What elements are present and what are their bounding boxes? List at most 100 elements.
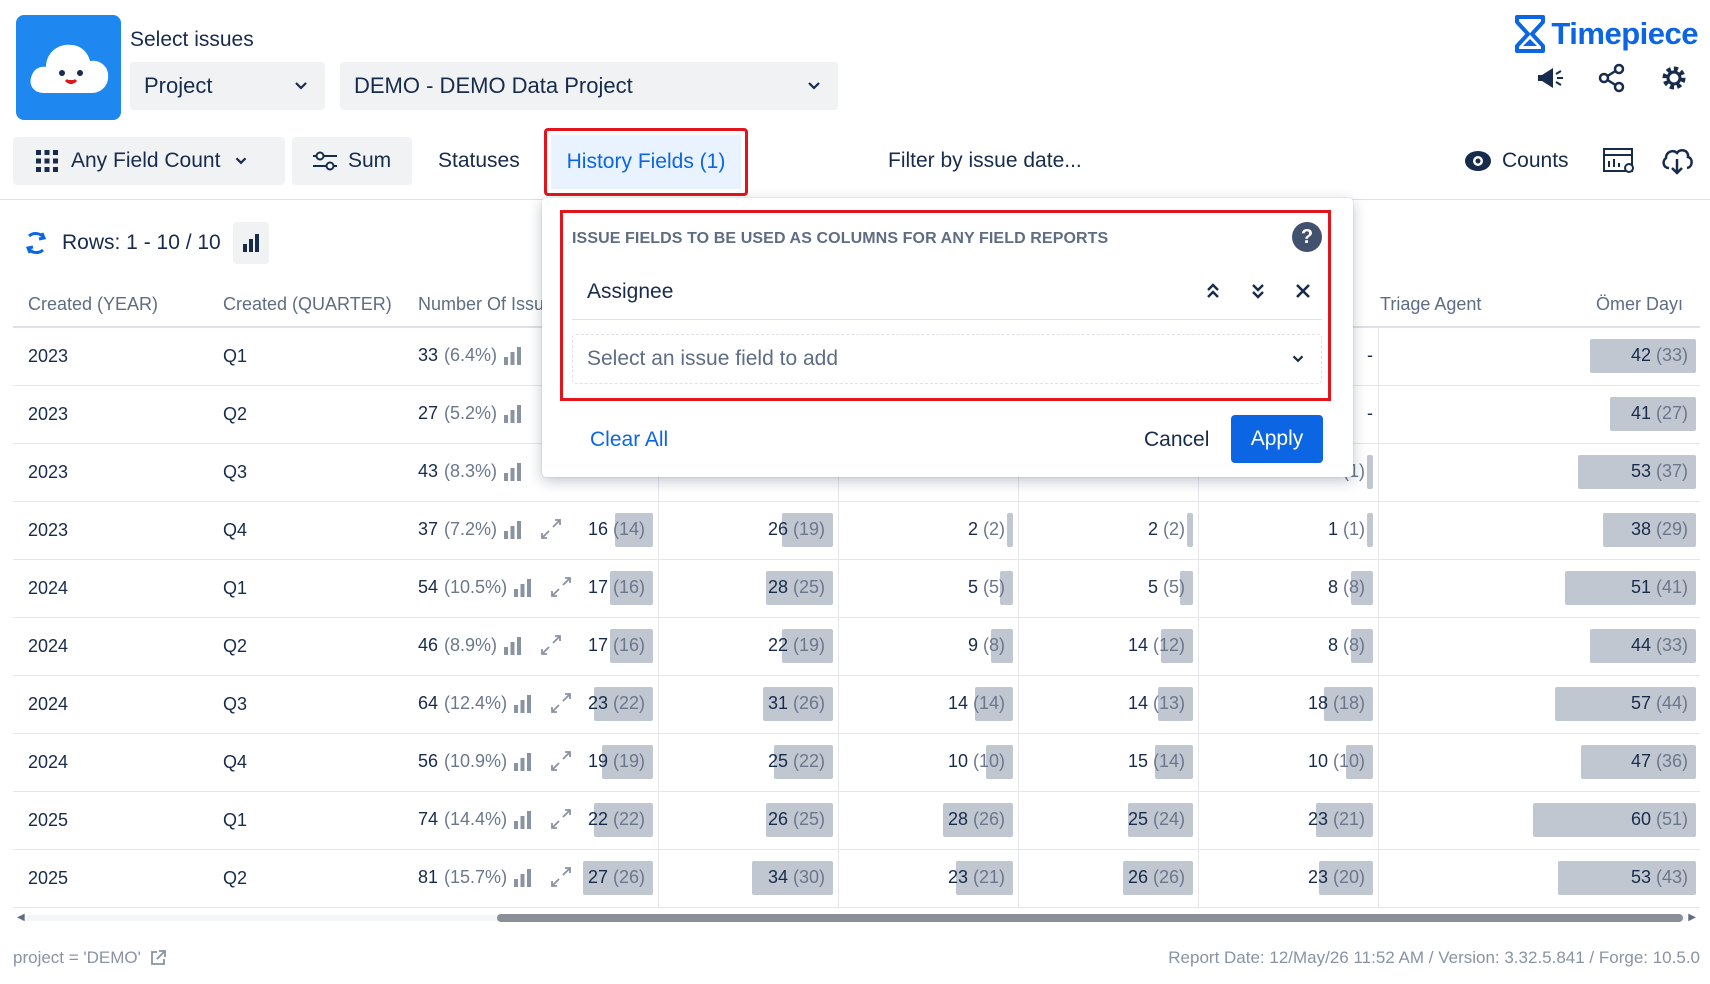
column-divider — [838, 792, 839, 850]
cell-year: 2023 — [28, 462, 69, 482]
move-up-icon[interactable] — [1200, 278, 1226, 304]
history-value-sub: (13) — [1152, 693, 1185, 713]
history-value-sub: (16) — [612, 577, 645, 597]
history-value-main: 23 — [587, 693, 608, 713]
share-icon[interactable] — [1596, 62, 1628, 94]
header-created-quarter[interactable]: Created (QUARTER) — [223, 294, 392, 315]
bar-chart-icon[interactable] — [503, 520, 523, 540]
header-omer-dayi[interactable]: Ömer Dayı — [1596, 294, 1683, 315]
counts-button[interactable]: Counts — [1464, 137, 1569, 185]
column-divider — [658, 734, 659, 792]
history-value-sub: (19) — [792, 635, 825, 655]
bar-chart-icon[interactable] — [503, 404, 523, 424]
cell-quarter: Q1 — [223, 346, 248, 366]
history-value-main: 41 — [1630, 403, 1651, 423]
bar-chart-icon[interactable] — [503, 636, 523, 656]
column-divider — [1198, 734, 1199, 792]
history-value-sub: (26) — [612, 867, 645, 887]
cell-issue-count[interactable]: 27 (5.2%) — [418, 403, 523, 424]
cell-issue-count[interactable]: 54 (10.5%) — [418, 577, 533, 598]
cell-issue-count[interactable]: 37 (7.2%) — [418, 519, 523, 540]
statuses-button[interactable]: Statuses — [438, 137, 520, 185]
column-divider — [1378, 328, 1379, 386]
history-value-sub: (27) — [1655, 403, 1688, 423]
history-value-main: 22 — [587, 809, 608, 829]
history-value-sub: (14) — [1152, 751, 1185, 771]
history-value-main: 17 — [587, 577, 608, 597]
help-icon[interactable]: ? — [1292, 222, 1322, 252]
issue-count-percent: (10.5%) — [444, 577, 508, 597]
history-bar — [1007, 513, 1013, 547]
cloud-download-icon[interactable] — [1660, 137, 1694, 185]
cell-issue-count[interactable]: 46 (8.9%) — [418, 635, 523, 656]
header-number-of-issues[interactable]: Number Of Issu — [418, 294, 544, 315]
move-down-icon[interactable] — [1245, 278, 1271, 304]
sum-button[interactable]: Sum — [292, 137, 412, 185]
scroll-thumb[interactable] — [497, 914, 1683, 922]
history-fields-button[interactable]: History Fields (1) — [544, 128, 748, 196]
issue-count-value: 33 — [418, 345, 439, 365]
history-value: 22 (19) — [703, 635, 825, 656]
history-value-main: 38 — [1630, 519, 1651, 539]
history-value: 38 (29) — [1566, 519, 1688, 540]
project-type-dropdown[interactable]: Project — [130, 62, 325, 110]
cell-issue-count[interactable]: 81 (15.7%) — [418, 867, 533, 888]
history-value: 14 (14) — [883, 693, 1005, 714]
cancel-button[interactable]: Cancel — [1144, 428, 1209, 452]
history-value-sub: (14) — [612, 519, 645, 539]
issue-count-percent: (12.4%) — [444, 693, 508, 713]
jql-link[interactable]: project = 'DEMO' — [13, 948, 167, 968]
scroll-left-icon[interactable]: ◀ — [17, 912, 25, 923]
cell-issue-count[interactable]: 74 (14.4%) — [418, 809, 533, 830]
column-divider — [1018, 502, 1019, 560]
megaphone-icon[interactable] — [1534, 62, 1566, 94]
history-value: 34 (30) — [703, 867, 825, 888]
bar-chart-icon[interactable] — [503, 462, 523, 482]
filter-by-date-button[interactable]: Filter by issue date... — [888, 137, 1082, 185]
history-value-sub: (25) — [792, 577, 825, 597]
history-value-main: 28 — [947, 809, 968, 829]
chart-view-icon[interactable] — [1602, 137, 1638, 185]
history-value-sub: (5) — [1163, 577, 1185, 597]
cell-issue-count[interactable]: 43 (8.3%) — [418, 461, 523, 482]
column-divider — [838, 502, 839, 560]
cell-issue-count[interactable]: 64 (12.4%) — [418, 693, 533, 714]
brand: Timepiece — [1513, 14, 1698, 54]
gear-icon[interactable] — [1658, 62, 1690, 94]
cell-issue-count[interactable]: 56 (10.9%) — [418, 751, 533, 772]
bar-chart-icon[interactable] — [503, 346, 523, 366]
history-value-main: 25 — [1127, 809, 1148, 829]
apply-button[interactable]: Apply — [1231, 415, 1323, 463]
project-dropdown[interactable]: DEMO - DEMO Data Project — [340, 62, 838, 110]
history-value-sub: (21) — [1332, 809, 1365, 829]
column-divider — [1018, 560, 1019, 618]
history-bar — [1187, 513, 1193, 547]
history-value-main: 18 — [1307, 693, 1328, 713]
table-row: 2024 Q3 64 (12.4%) 23 (22) 31 (26) 14 (1… — [13, 676, 1700, 734]
remove-field-icon[interactable] — [1290, 278, 1316, 304]
issue-count-percent: (5.2%) — [444, 403, 498, 423]
table-row: 2025 Q1 74 (14.4%) 22 (22) 26 (25) 28 (2… — [13, 792, 1700, 850]
cell-issue-count[interactable]: 33 (6.4%) — [418, 345, 523, 366]
history-value-sub: (1) — [1343, 519, 1365, 539]
external-link-icon — [150, 950, 166, 965]
header-triage-agent[interactable]: Triage Agent — [1380, 294, 1481, 315]
header-created-year[interactable]: Created (YEAR) — [28, 294, 158, 315]
history-value: 27 (26) — [523, 867, 645, 888]
horizontal-scrollbar[interactable]: ◀ ▶ — [13, 910, 1700, 926]
cell-year: 2024 — [28, 752, 69, 772]
history-value-main: 10 — [947, 751, 968, 771]
history-value-sub: (51) — [1655, 809, 1688, 829]
history-value-main: 14 — [1127, 693, 1148, 713]
scroll-right-icon[interactable]: ▶ — [1688, 912, 1696, 923]
refresh-icon[interactable] — [22, 229, 50, 257]
column-divider — [838, 560, 839, 618]
any-field-count-button[interactable]: Any Field Count — [13, 137, 285, 185]
cloud-mascot-icon — [30, 44, 108, 93]
history-value-sub: (19) — [612, 751, 645, 771]
history-value-sub: (33) — [1655, 345, 1688, 365]
clear-all-button[interactable]: Clear All — [590, 428, 668, 452]
rows-chart-button[interactable] — [232, 222, 269, 264]
add-issue-field-select[interactable]: Select an issue field to add — [572, 334, 1322, 384]
cell-year: 2023 — [28, 404, 69, 424]
